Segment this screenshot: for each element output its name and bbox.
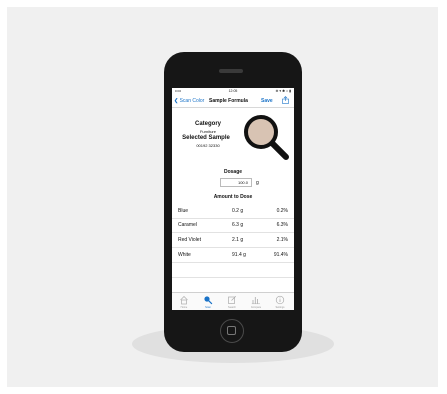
search-icon <box>204 296 213 305</box>
amount-to-dose-label: Amount to Dose <box>213 194 253 200</box>
ingredient-row-white: White 91.4 g 91.4% <box>172 248 294 263</box>
category-label: Category <box>194 121 221 127</box>
ingredient-name: Red Violet <box>178 237 201 243</box>
tab-compare-label: Compare <box>250 306 262 309</box>
tab-bar: Home Scan Search Compare Settings <box>172 292 294 310</box>
tab-settings-label: Settings <box>275 306 285 309</box>
app-screen: ••••• 12:05 ⊕ ▾ ✱ ⌂ ▮ ❮ Scan Color Sampl… <box>172 88 294 310</box>
edit-icon <box>228 295 237 304</box>
ingredient-row-blue: Blue 0.2 g 0.2% <box>172 204 294 219</box>
tab-scan-label: Scan <box>205 306 211 309</box>
phone-device: ••••• 12:05 ⊕ ▾ ✱ ⌂ ▮ ❮ Scan Color Sampl… <box>164 52 302 352</box>
ingredient-amount: 91.4 g <box>232 252 246 258</box>
ingredient-row-caramel: Caramel 6.3 g 6.3% <box>172 218 294 233</box>
home-button[interactable] <box>220 319 244 343</box>
chart-icon <box>251 297 260 305</box>
ingredient-name: Caramel <box>178 222 197 228</box>
ingredient-amount: 2.1 g <box>232 237 244 243</box>
tab-scan[interactable]: Scan <box>198 295 218 310</box>
ingredient-row-red-violet: Red Violet 2.1 g 2.1% <box>172 233 294 248</box>
divider <box>172 277 294 278</box>
dosage-label: Dosage <box>223 169 243 175</box>
ingredient-amount: 6.3 g <box>232 222 244 228</box>
chevron-left-icon: ❮ <box>174 98 179 104</box>
status-icons: ⊕ ▾ ✱ ⌂ ▮ <box>275 89 291 93</box>
tab-home-label: Home <box>180 306 188 309</box>
tab-settings[interactable]: Settings <box>270 295 290 310</box>
ingredient-percent: 0.2% <box>276 208 288 214</box>
selected-sample-label: Selected Sample <box>182 135 230 141</box>
save-button[interactable]: Save <box>261 98 273 104</box>
page-title: Sample Formula <box>209 98 248 104</box>
ingredient-amount: 0.2 g <box>232 208 244 214</box>
ingredient-name: Blue <box>178 208 189 214</box>
dosage-input[interactable]: 100.0 <box>220 178 252 187</box>
share-icon[interactable] <box>282 96 289 104</box>
back-button-label: Scan Color <box>179 98 205 104</box>
selected-sample-value: 00192 32330 <box>196 143 220 148</box>
info-icon <box>275 295 285 305</box>
ingredient-percent: 91.4% <box>273 252 288 258</box>
navigation-bar: ❮ Scan Color Sample Formula Save <box>172 94 294 108</box>
tab-home[interactable]: Home <box>174 295 194 310</box>
phone-speaker <box>219 69 243 73</box>
ingredient-name: White <box>178 252 191 258</box>
ingredient-percent: 6.3% <box>276 222 288 228</box>
tab-search-label: Search <box>228 306 236 309</box>
category-value: Furniture <box>199 129 216 134</box>
tab-compare[interactable]: Compare <box>246 295 266 310</box>
tab-search[interactable]: Search <box>222 295 242 310</box>
magnifier-swatch-icon <box>244 115 289 160</box>
dosage-unit: g <box>256 180 259 186</box>
back-button[interactable]: ❮ Scan Color <box>174 98 204 104</box>
home-icon <box>180 296 188 305</box>
ingredient-percent: 2.1% <box>276 237 288 243</box>
